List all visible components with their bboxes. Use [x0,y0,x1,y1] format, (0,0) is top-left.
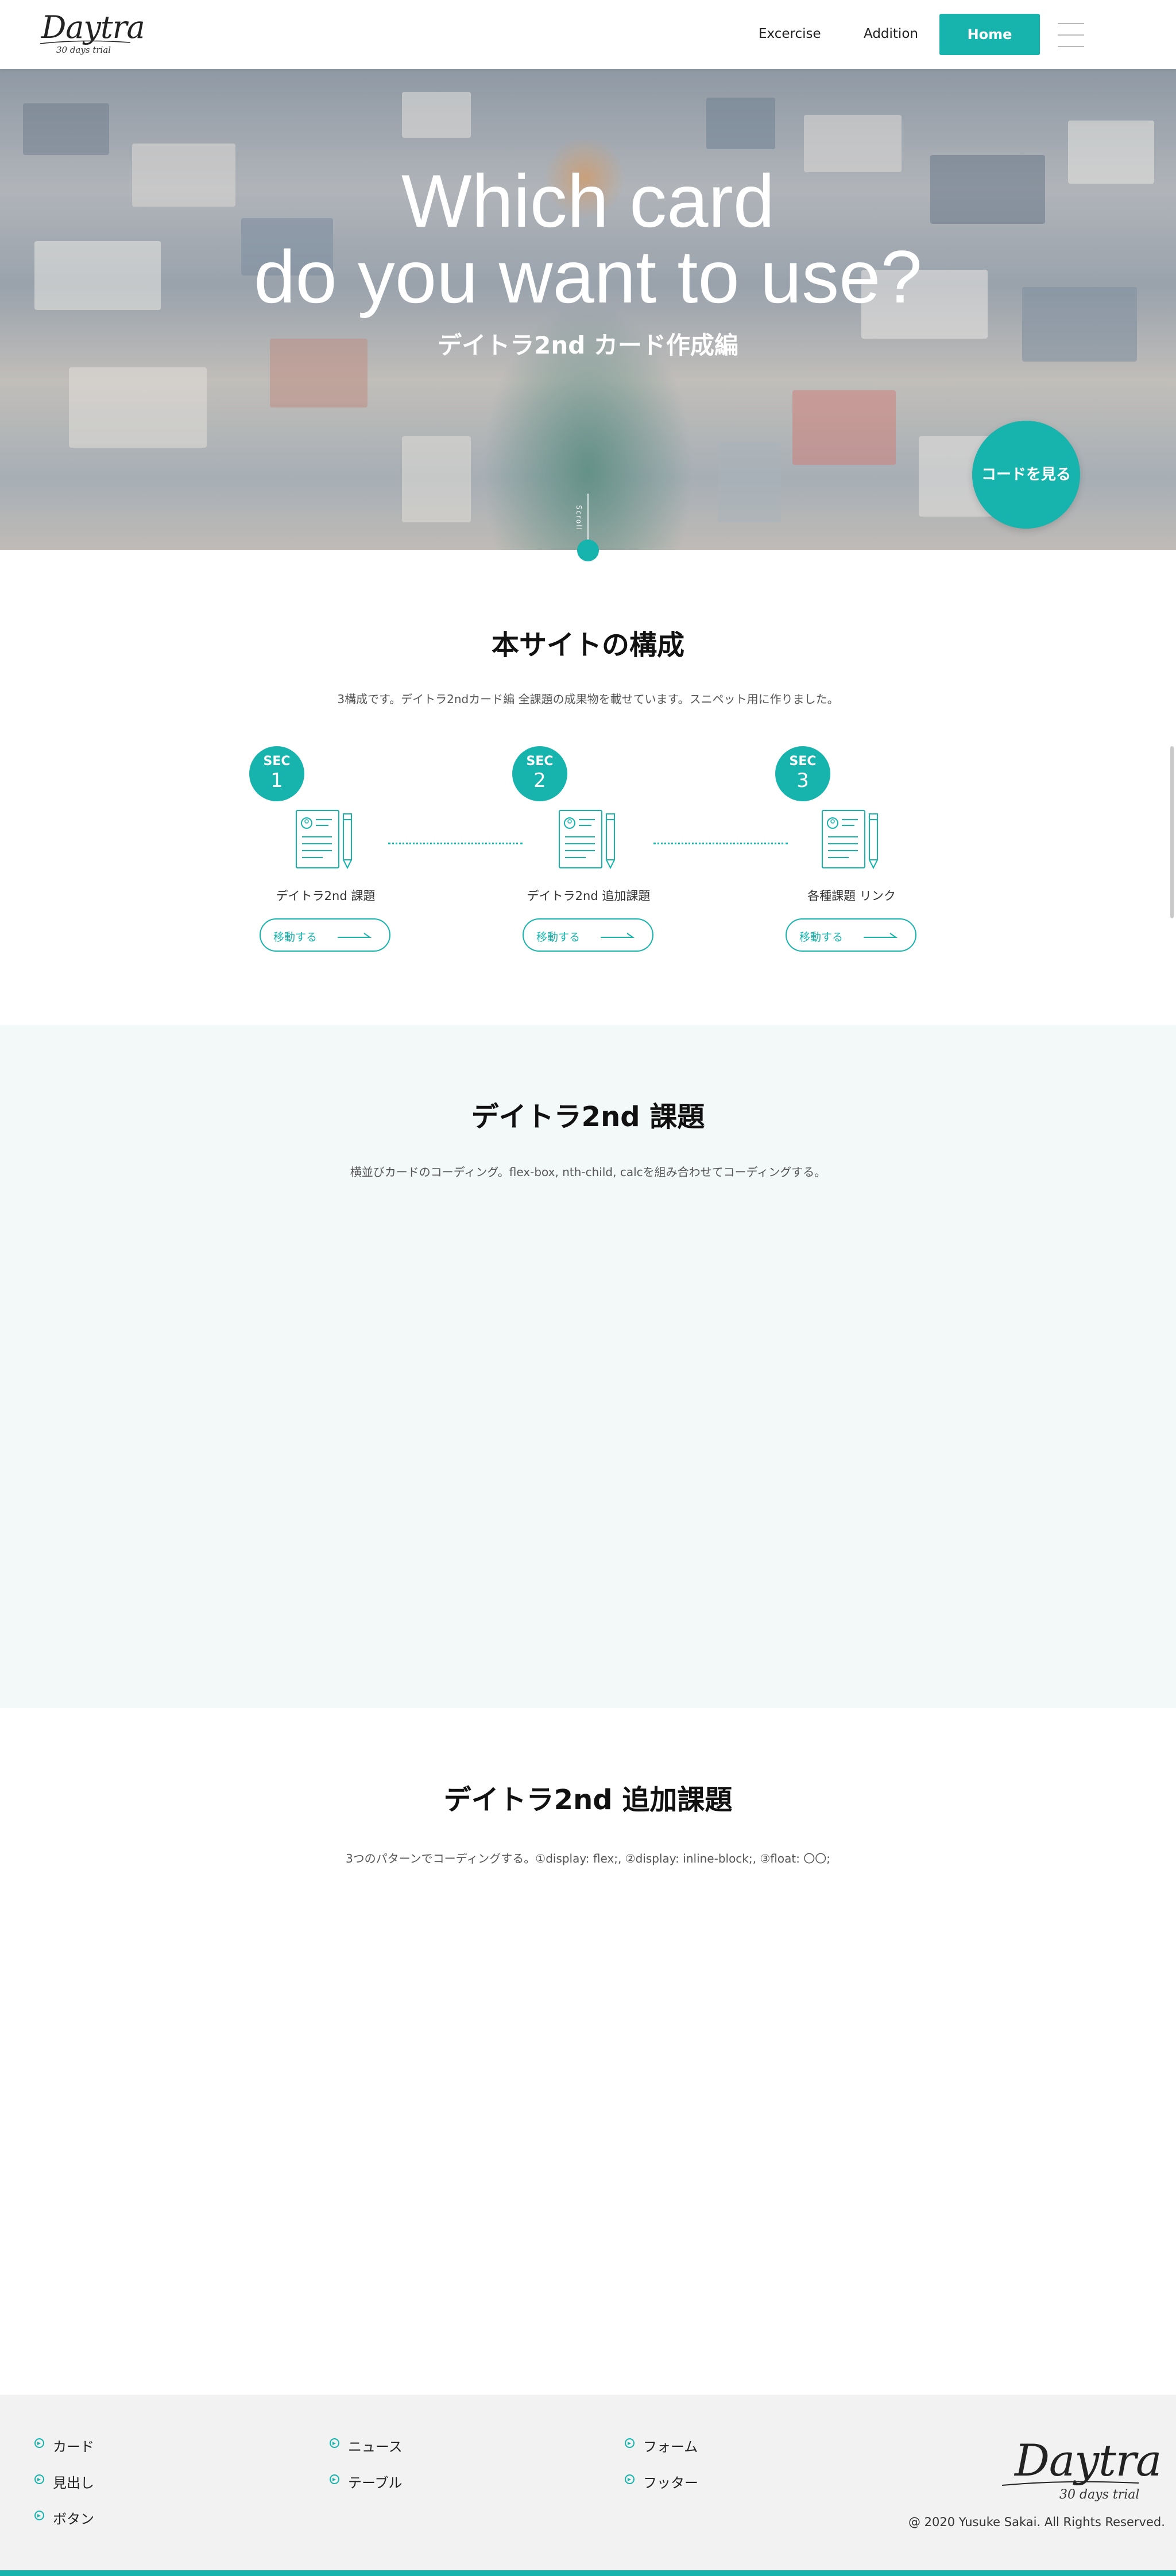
step-label: デイトラ2nd 追加課題 [527,889,651,903]
step-connector-1 [388,843,523,844]
circle-arrow-icon [625,2438,635,2448]
footer-link-form[interactable]: フォーム [625,2435,698,2455]
site-footer: カード 見出し ボタン ニュース テーブル フォーム フッター Daytra 3… [0,2395,1176,2576]
extra-task-section: デイトラ2nd 追加課題 3つのパターンでコーディングする。①display: … [0,1708,1176,2395]
footer-link-table[interactable]: テーブル [330,2472,403,2492]
logo-tagline: 30 days trial [56,45,111,55]
footer-link-news[interactable]: ニュース [330,2435,403,2455]
step-label: 各種課題 リンク [807,889,896,903]
copyright-text: @ 2020 Yusuke Sakai. All Rights Reserved… [908,2515,1165,2529]
footer-link-heading[interactable]: 見出し [34,2472,94,2492]
hero-subtitle: デイトラ2nd カード作成編 [438,331,738,359]
move-button-sec2[interactable]: 移動する [523,918,653,952]
document-pencil-icon [822,810,878,870]
logo-wordmark: Daytra [41,9,145,45]
step-badge: SEC 2 [512,746,567,801]
footer-logo[interactable]: Daytra 30 days trial [1002,2435,1162,2509]
circle-arrow-icon [34,2511,44,2520]
task-section: デイトラ2nd 課題 横並びカードのコーディング。flex-box, nth-c… [0,1025,1176,1708]
nav-excercise-link[interactable]: Excercise [759,26,821,41]
structure-description: 3構成です。デイトラ2ndカード編 全課題の成果物を載せています。スニペット用に… [337,692,839,706]
footer-link-button[interactable]: ボタン [34,2508,94,2528]
step-connector-2 [653,843,788,844]
footer-link-card[interactable]: カード [34,2435,94,2455]
nav-home-button[interactable]: Home [939,14,1040,55]
step-label: デイトラ2nd 課題 [276,889,376,903]
step-sec3: SEC 3 各種課題 リンク 移動する [775,746,918,952]
scroll-label: Scroll [575,505,583,531]
move-button-sec3[interactable]: 移動する [786,918,916,952]
circle-arrow-icon [34,2474,44,2484]
extra-task-title: デイトラ2nd 追加課題 [443,1784,733,1816]
footer-link-footer[interactable]: フッター [625,2472,698,2492]
structure-title: 本サイトの構成 [491,629,684,661]
circle-arrow-icon [330,2438,339,2448]
circle-arrow-icon [34,2438,44,2448]
scroll-dot-button[interactable] [577,540,599,561]
task-description: 横並びカードのコーディング。flex-box, nth-child, calcを… [350,1165,826,1179]
circle-arrow-icon [625,2474,635,2484]
site-logo[interactable]: Daytra 30 days trial [36,8,145,60]
document-pencil-icon [559,810,615,870]
arrow-right-icon [864,933,898,938]
arrow-right-icon [601,933,635,938]
circle-arrow-icon [330,2474,339,2484]
move-button-sec1[interactable]: 移動する [260,918,390,952]
step-sec2: SEC 2 デイトラ2nd 追加課題 移動する [512,746,655,952]
step-sec1: SEC 1 デイトラ2nd 課題 移動する [249,746,392,952]
step-badge: SEC 1 [249,746,304,801]
footer-accent-bar [0,2570,1176,2576]
scrollbar-thumb[interactable] [1170,746,1174,918]
hero-section: Which card do you want to use? デイトラ2nd カ… [0,69,1176,550]
extra-task-description: 3つのパターンでコーディングする。①display: flex;, ②displ… [345,1852,831,1865]
step-badge: SEC 3 [775,746,830,801]
document-pencil-icon [296,810,352,870]
hero-title-line2: do you want to use? [254,235,922,319]
site-header: Daytra 30 days trial Excercise Addition … [0,0,1176,69]
nav-addition-link[interactable]: Addition [864,26,918,41]
task-title: デイトラ2nd 課題 [471,1101,705,1133]
view-code-button[interactable]: コードを見る [972,421,1080,529]
logo-tagline: 30 days trial [1059,2488,1140,2502]
scroll-indicator-line [587,494,589,540]
structure-section: 本サイトの構成 3構成です。デイトラ2ndカード編 全課題の成果物を載せています… [0,550,1176,1025]
hamburger-menu-icon[interactable] [1058,23,1084,47]
arrow-right-icon [338,933,372,938]
